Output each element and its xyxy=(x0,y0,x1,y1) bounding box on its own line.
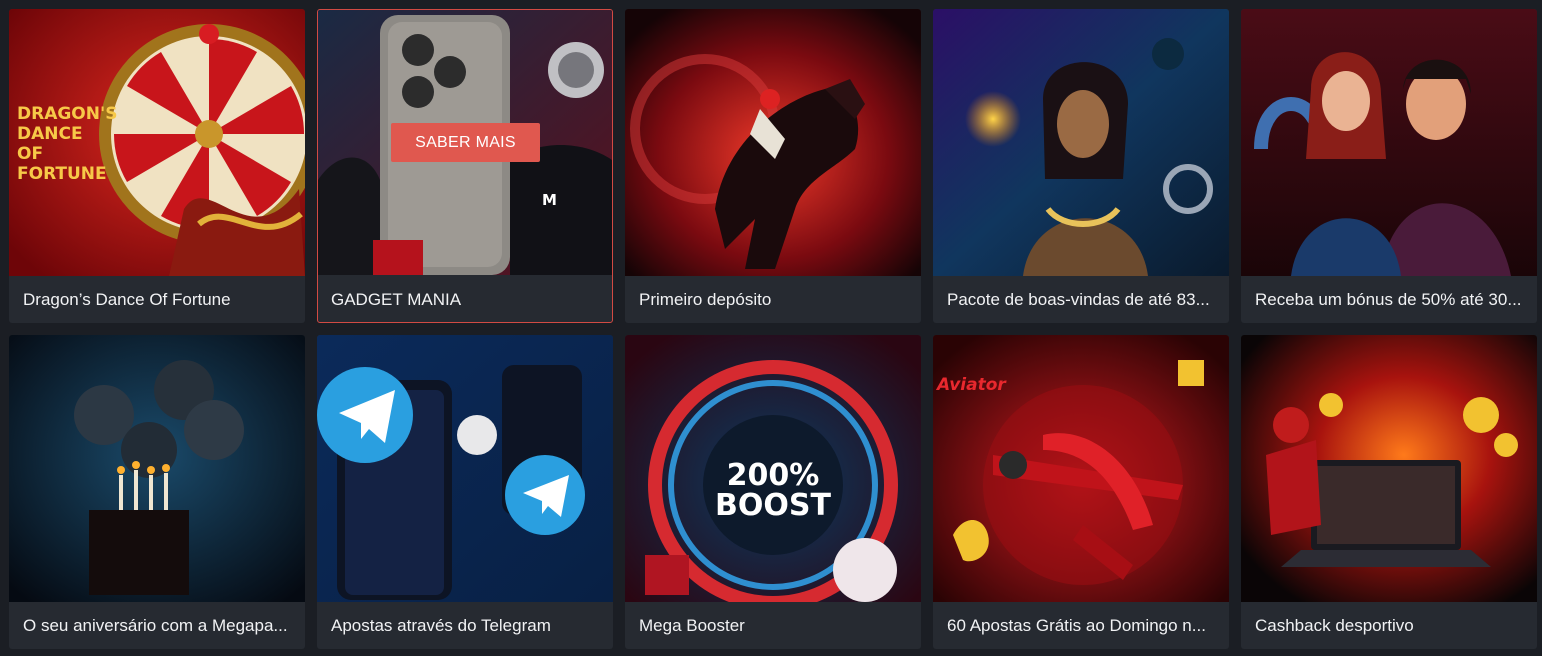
promo-image-bonus-50[interactable] xyxy=(1241,9,1537,276)
art-text-line: DRAGON'S xyxy=(17,104,117,124)
promo-card-60-apostas[interactable]: Aviator 60 Apostas Grátis ao Domingo n..… xyxy=(933,335,1229,649)
promo-image-pacote-boas-vindas[interactable] xyxy=(933,9,1229,276)
svg-text:M: M xyxy=(542,191,557,209)
svg-text:BOOST: BOOST xyxy=(715,488,831,523)
promo-title: Primeiro depósito xyxy=(639,290,772,309)
promo-image-mega-booster[interactable]: 200% BOOST xyxy=(625,335,921,602)
promo-title: Receba um bónus de 50% até 30... xyxy=(1255,290,1522,309)
promo-title: Dragon’s Dance Of Fortune xyxy=(23,290,231,309)
promo-card-pacote-boas-vindas[interactable]: Pacote de boas-vindas de até 83... xyxy=(933,9,1229,323)
promo-card-telegram[interactable]: Apostas através do Telegram xyxy=(317,335,613,649)
promo-image-cashback[interactable] xyxy=(1241,335,1537,602)
promo-image-aniversario[interactable] xyxy=(9,335,305,602)
promo-card-primeiro-deposito[interactable]: Primeiro depósito xyxy=(625,9,921,323)
promo-card-aniversario[interactable]: O seu aniversário com a Megapa... xyxy=(9,335,305,649)
promo-card-dragons-dance[interactable]: DRAGON'S DANCE OF FORTUNE Dragon’s Dance… xyxy=(9,9,305,323)
promo-title: O seu aniversário com a Megapa... xyxy=(23,616,288,635)
art-text-line: FORTUNE xyxy=(17,164,107,184)
promo-image-primeiro-deposito[interactable] xyxy=(625,9,921,276)
promo-title: 60 Apostas Grátis ao Domingo n... xyxy=(947,616,1206,635)
promotions-grid: DRAGON'S DANCE OF FORTUNE Dragon’s Dance… xyxy=(9,9,1537,649)
promo-card-mega-booster[interactable]: 200% BOOST Mega Booster xyxy=(625,335,921,649)
promo-title: Cashback desportivo xyxy=(1255,616,1414,635)
promo-image-telegram[interactable] xyxy=(317,335,613,602)
promo-card-bonus-50[interactable]: Receba um bónus de 50% até 30... xyxy=(1241,9,1537,323)
promo-title: Pacote de boas-vindas de até 83... xyxy=(947,290,1210,309)
art-text-line: OF xyxy=(17,144,43,164)
art-text-line: DANCE xyxy=(17,124,83,144)
promo-title: Apostas através do Telegram xyxy=(331,616,551,635)
promo-card-cashback[interactable]: Cashback desportivo xyxy=(1241,335,1537,649)
promo-card-gadget-mania[interactable]: M SABER MAIS GADGET MANIA xyxy=(317,9,613,323)
promo-title: Mega Booster xyxy=(639,616,745,635)
promo-title: GADGET MANIA xyxy=(331,290,462,309)
svg-text:Aviator: Aviator xyxy=(935,375,1007,395)
promo-image-dragons-dance[interactable]: DRAGON'S DANCE OF FORTUNE xyxy=(9,9,305,276)
saber-mais-button[interactable]: SABER MAIS xyxy=(391,123,540,162)
promo-image-60-apostas[interactable]: Aviator xyxy=(933,335,1229,602)
